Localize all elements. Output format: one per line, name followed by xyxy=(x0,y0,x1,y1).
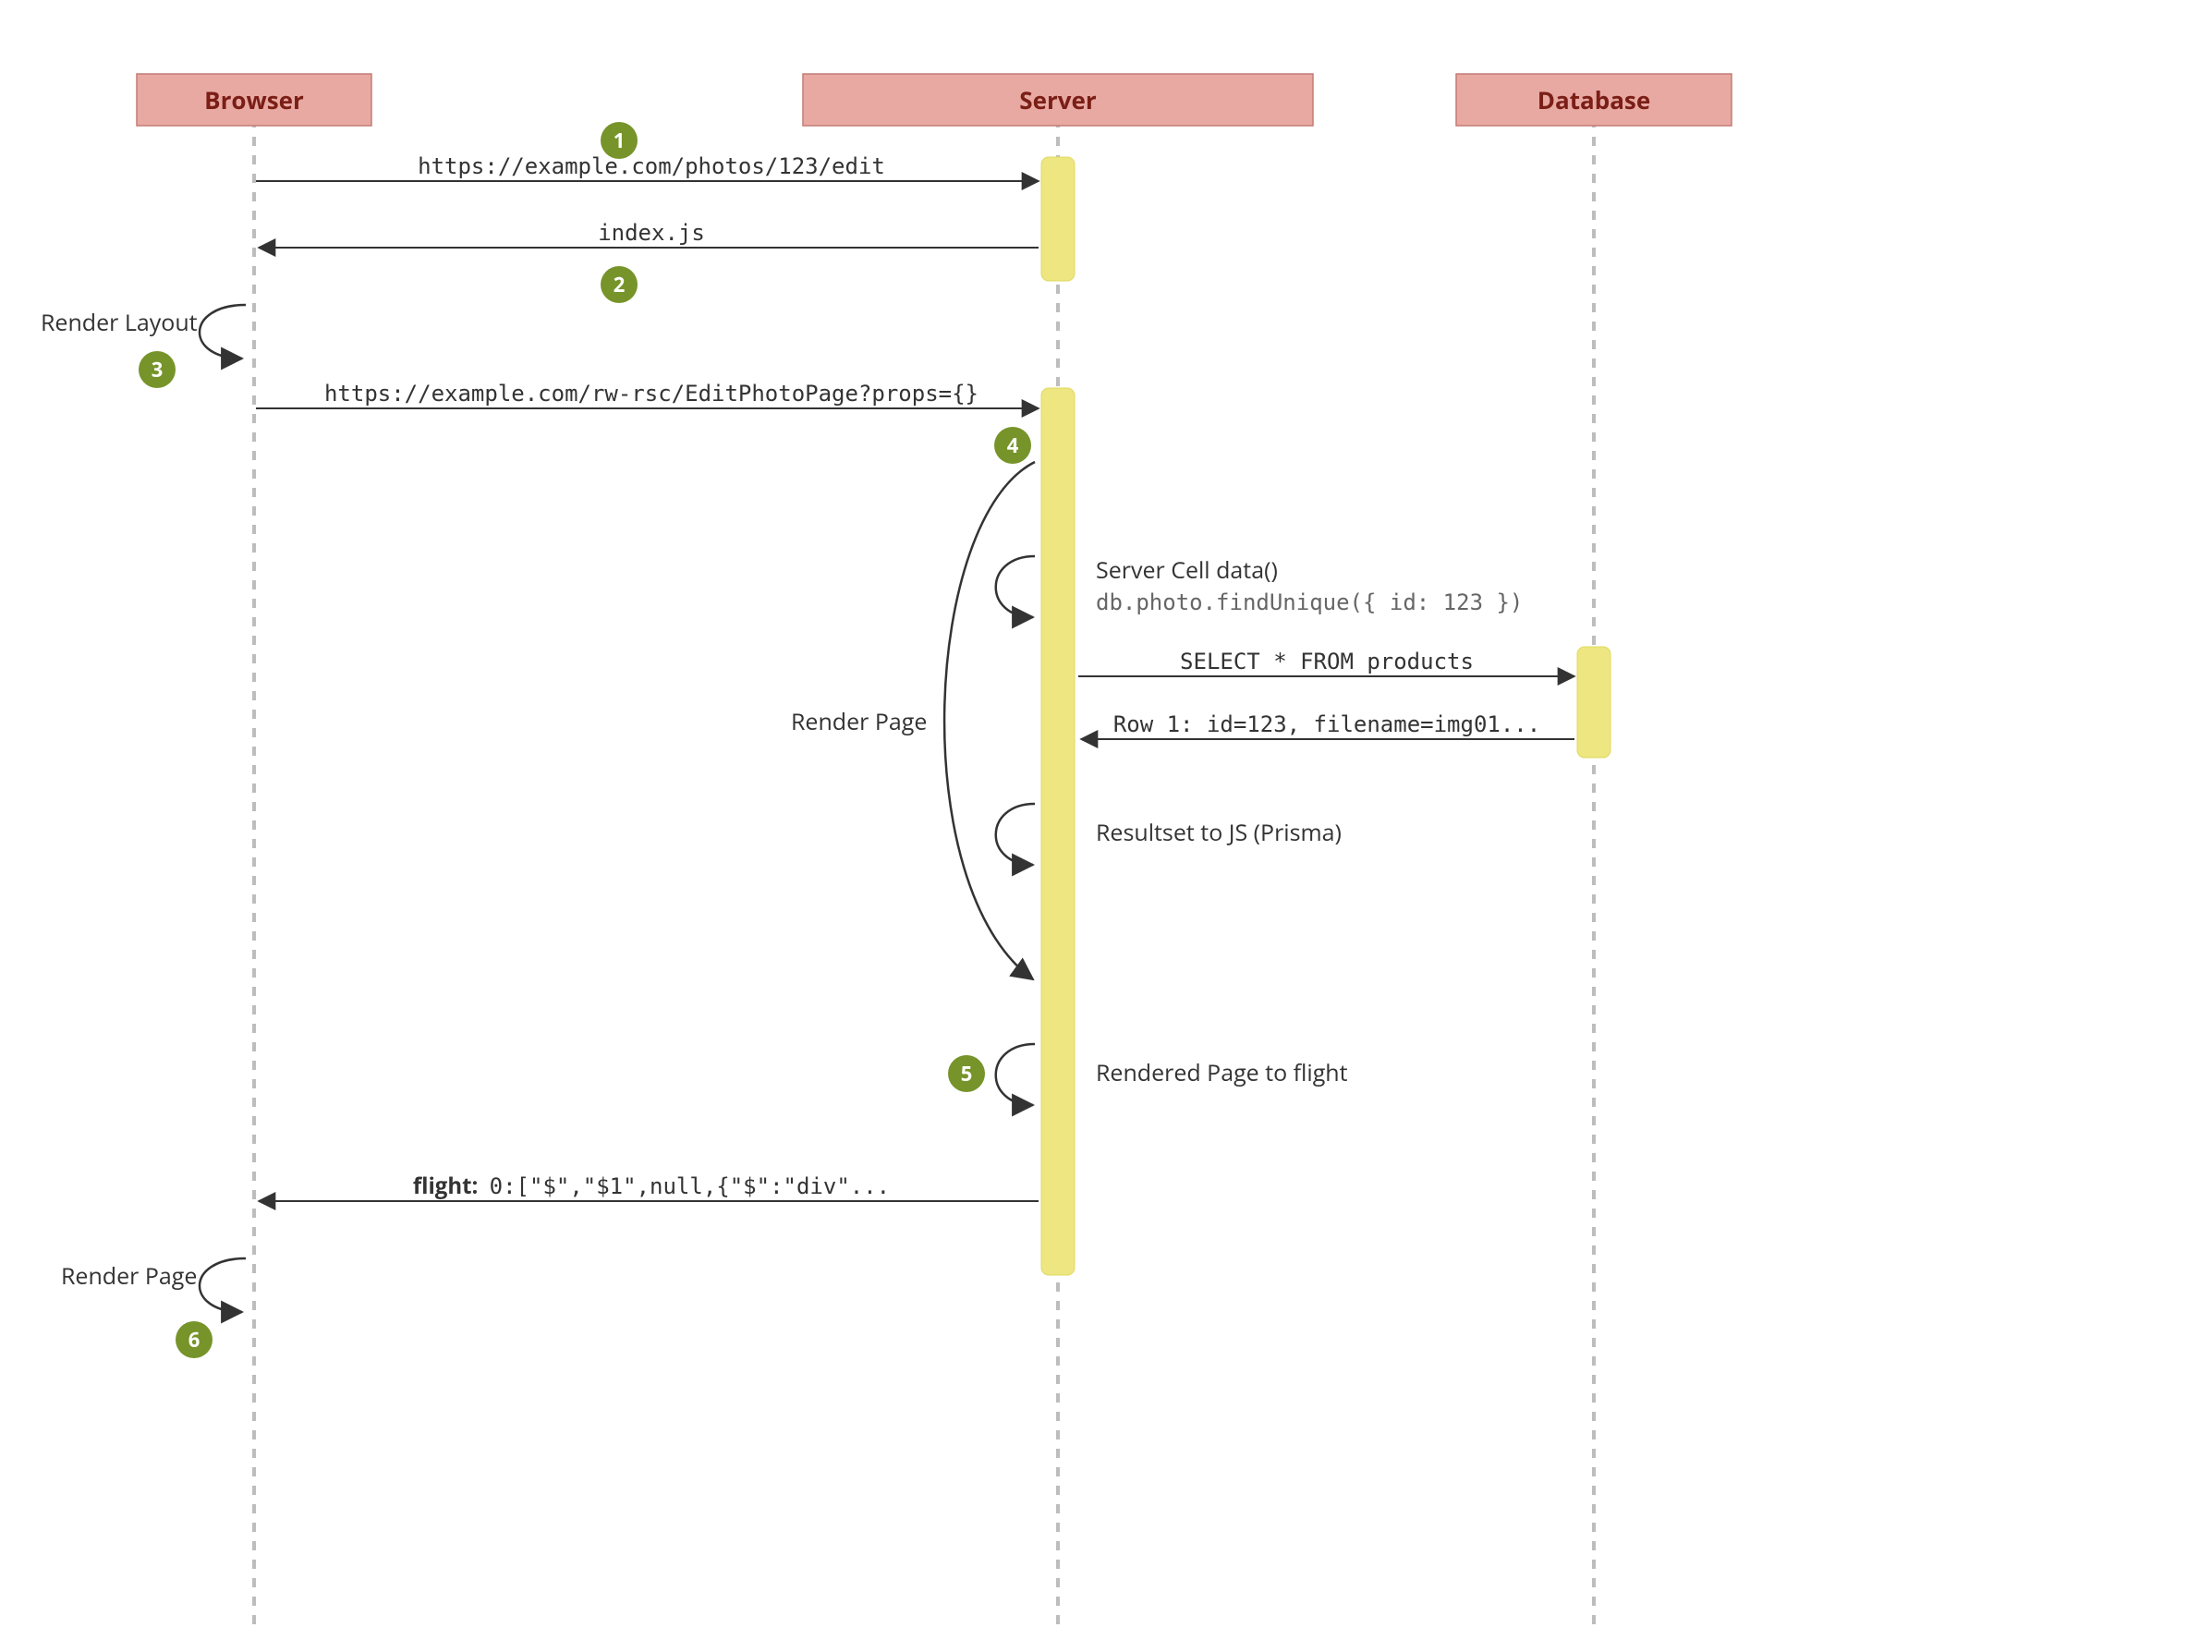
self-loop-render-layout xyxy=(200,305,246,358)
sequence-diagram: Browser Server Database https://example.… xyxy=(0,0,2212,1652)
activation-server-2 xyxy=(1041,388,1075,1275)
render-page-bottom-label: Render Page xyxy=(61,1260,197,1292)
self-loop-resultset xyxy=(996,804,1035,865)
participant-server: Server xyxy=(803,74,1313,126)
step-num-4: 4 xyxy=(1007,431,1019,459)
participant-database: Database xyxy=(1456,74,1732,126)
msg-flight-text: flight: 0:["$","$1",null,{"$":"div"... xyxy=(413,1171,890,1201)
step-num-5: 5 xyxy=(961,1060,973,1087)
self-loop-render-page-big xyxy=(944,462,1035,979)
msg-rsc-url-text: https://example.com/rw-rsc/EditPhotoPage… xyxy=(324,381,978,407)
step-num-1: 1 xyxy=(614,127,626,154)
msg-sql-select-text: SELECT * FROM products xyxy=(1180,649,1474,674)
msg-index-js-text: index.js xyxy=(598,220,705,246)
server-cell-code: db.photo.findUnique({ id: 123 }) xyxy=(1096,589,1523,615)
self-loop-server-cell xyxy=(996,556,1035,617)
msg-sql-row-text: Row 1: id=123, filename=img01... xyxy=(1113,711,1540,737)
step-num-3: 3 xyxy=(152,356,164,383)
participant-server-label: Server xyxy=(1019,83,1097,116)
self-loop-render-page-bottom xyxy=(200,1258,246,1312)
participant-browser: Browser xyxy=(137,74,371,126)
activation-server-1 xyxy=(1041,157,1075,281)
self-loop-rendered-flight xyxy=(996,1044,1035,1105)
step-num-2: 2 xyxy=(614,271,626,298)
server-cell-label: Server Cell data() xyxy=(1096,554,1278,586)
render-page-big-label: Render Page xyxy=(791,706,927,737)
msg-request-url-text: https://example.com/photos/123/edit xyxy=(418,153,885,179)
resultset-label: Resultset to JS (Prisma) xyxy=(1096,817,1342,848)
render-layout-label: Render Layout xyxy=(41,307,198,338)
rendered-flight-label: Rendered Page to flight xyxy=(1096,1057,1348,1088)
step-num-6: 6 xyxy=(188,1326,201,1354)
participant-browser-label: Browser xyxy=(204,83,304,116)
participant-database-label: Database xyxy=(1537,83,1650,116)
activation-database-1 xyxy=(1577,647,1610,758)
